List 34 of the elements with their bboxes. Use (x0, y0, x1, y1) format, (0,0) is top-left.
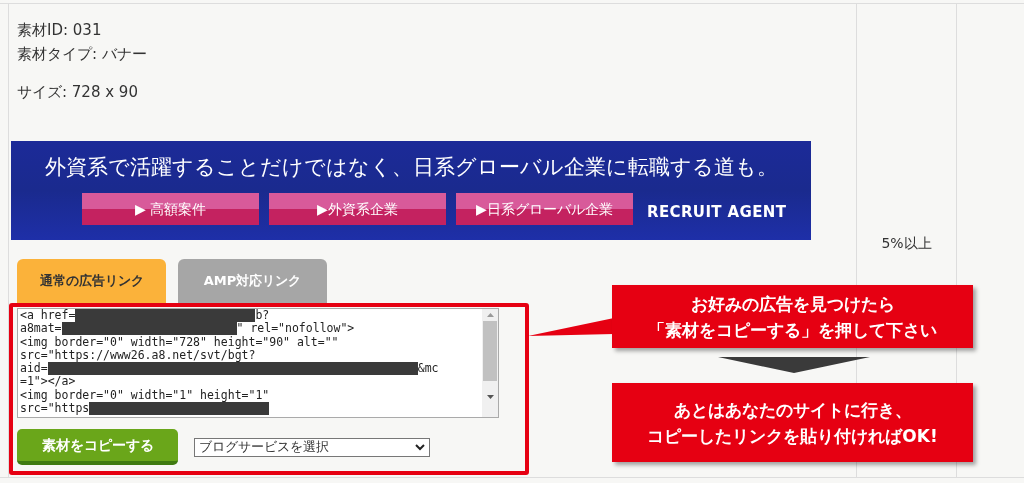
callout-text: コピーしたリンクを貼り付ければOK! (647, 424, 938, 448)
banner-brand: RECRUIT AGENT (647, 201, 787, 223)
code-line: <img border="0" width="728" height="90" alt="" (20, 335, 339, 349)
copy-button[interactable]: 素材をコピーする (17, 429, 178, 465)
tab[interactable]: 通常の広告リンク (17, 259, 166, 303)
code-line: &mc (417, 362, 439, 376)
banner-button[interactable]: ▶外資系企業 (269, 193, 446, 225)
scroll-down-icon[interactable] (486, 395, 494, 399)
code-line: src="https://www26.a8.net/svt/bgt? (20, 348, 256, 363)
material-id: 素材ID: 031 (17, 20, 102, 41)
material-type: 素材タイプ: バナー (17, 44, 147, 65)
code-textarea[interactable]: <a href= b? a8mat= " rel="nofollow"> <img border="0" width="728" height="90" alt="" src="https://www26.a8.net/svt/bgt? aid= &mc =1"></a> <img border="0" width="1" height="1" src="https (17, 308, 499, 418)
code-line: src="https (20, 402, 90, 416)
blog-service-select[interactable]: ブログサービスを選択 (194, 437, 430, 457)
ad-banner[interactable]: 外資系で活躍することだけではなく、日系グローバル企業に転職する道も。 ▶ 高額案件 ▶外資系企業 ▶日系グローバル企業 RECRUIT AGENT (11, 141, 811, 240)
scroll-up-icon[interactable] (486, 313, 494, 317)
code-line: b? (255, 309, 270, 322)
callout-text: あとはあなたのサイトに行き、 (673, 398, 912, 422)
code-line: <a href= (20, 309, 76, 323)
reward-rate: 5%以上 (881, 234, 932, 253)
code-line: a8mat= (20, 322, 62, 336)
down-arrow-icon (718, 357, 870, 373)
banner-headline: 外資系で活躍することだけではなく、日系グローバル企業に転職する道も。 (44, 154, 778, 181)
chevron-icon (415, 443, 425, 451)
scrollbar[interactable] (482, 309, 498, 417)
code-line: " rel="nofollow"> (236, 322, 355, 336)
code-line: <img border="0" width="1" height="1" (20, 388, 270, 402)
code-line: =1"></a> (20, 375, 76, 389)
material-size: サイズ: 728 x 90 (17, 82, 138, 103)
banner-button[interactable]: ▶ 高額案件 (82, 193, 259, 225)
banner-button[interactable]: ▶日系グローバル企業 (456, 193, 633, 225)
callout-text: 「素材をコピーする」を押して下さい (648, 318, 937, 342)
callout-text: お好みの広告を見つけたら (690, 292, 895, 316)
code-line: aid= (20, 362, 48, 376)
